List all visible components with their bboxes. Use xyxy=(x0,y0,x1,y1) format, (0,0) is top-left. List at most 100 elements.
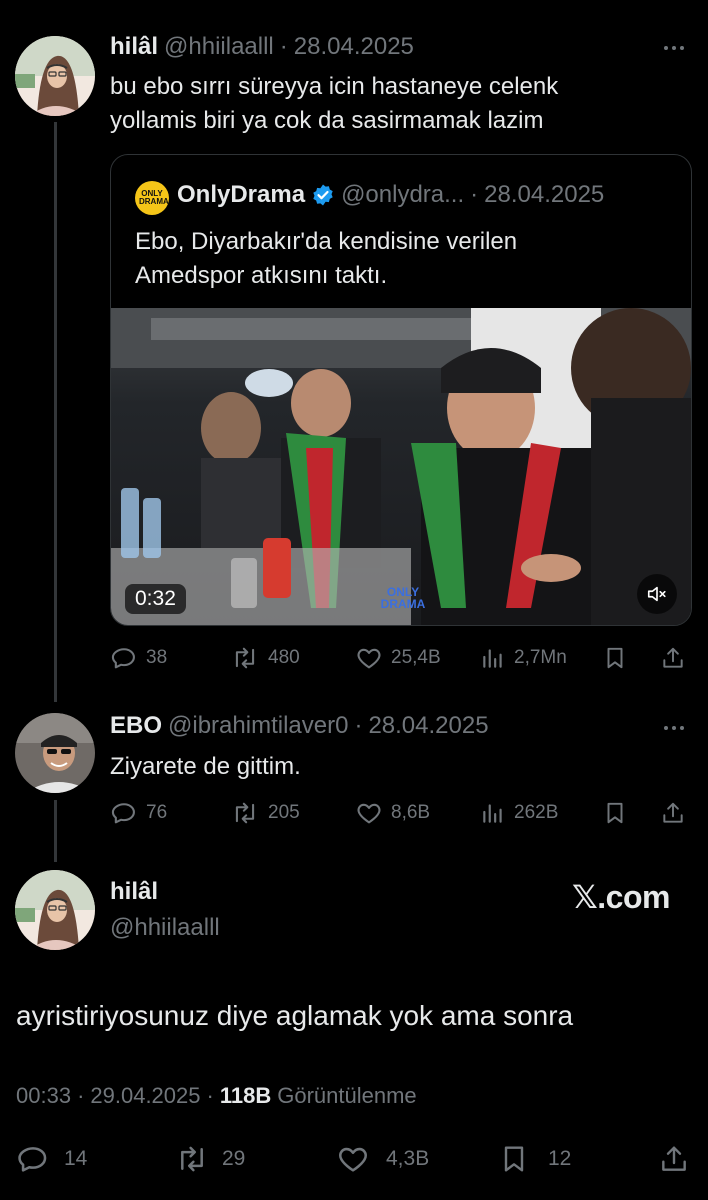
main-action-bar: 14 29 4,3B 12 xyxy=(16,1140,696,1180)
bookmark-icon xyxy=(504,1146,524,1172)
onlydrama-logo: ONLY DRAMA xyxy=(135,181,169,215)
tweet-text: bu ebo sırrı süreyya icin hastaneye cele… xyxy=(110,70,558,138)
video-frame xyxy=(111,308,691,625)
quote-author-name[interactable]: OnlyDrama xyxy=(177,181,305,209)
main-views-count: 118B xyxy=(219,1083,272,1108)
repost-icon xyxy=(181,1146,203,1172)
views-chart-icon xyxy=(483,804,502,823)
avatar-image xyxy=(15,870,95,950)
separator: · xyxy=(354,712,363,739)
share-button[interactable] xyxy=(660,799,686,827)
tweet-date[interactable]: 28.04.2025 xyxy=(294,33,414,61)
main-views-label: Görüntülenme xyxy=(277,1083,417,1108)
quote-action-bar: 38 480 25,4B 2,7Mn xyxy=(110,640,692,674)
main-tweet-text: ayristiriyosunuz diye aglamak yok ama so… xyxy=(16,1000,574,1031)
main-tweet-meta: 00:33 · 29.04.2025 · 118B Görüntülenme xyxy=(16,1083,417,1109)
reply-count: 14 xyxy=(64,1147,88,1170)
quote-text-line: Ebo, Diyarbakır'da kendisine verilen xyxy=(135,228,518,255)
tweet-header: EBO @ibrahimtilaver0 · 28.04.2025 xyxy=(110,712,489,740)
reply-count: 76 xyxy=(146,802,168,823)
video-duration: 0:32 xyxy=(125,584,186,614)
bookmark-button[interactable]: 12 xyxy=(498,1142,571,1176)
separator: · xyxy=(279,33,288,60)
like-count: 8,6B xyxy=(391,802,431,823)
repost-count: 205 xyxy=(268,802,300,823)
quote-text-line: Amedspor atkısını taktı. xyxy=(135,262,388,289)
quote-header: OnlyDrama @onlydra... · 28.04.2025 xyxy=(177,181,604,209)
quoted-tweet-card[interactable]: ONLY DRAMA OnlyDrama @onlydra... · 28.04… xyxy=(110,154,692,626)
mute-button[interactable] xyxy=(637,574,677,614)
thread-line xyxy=(54,800,57,862)
views-count: 2,7Mn xyxy=(514,647,567,668)
share-icon xyxy=(662,1146,686,1171)
share-button[interactable] xyxy=(658,1142,690,1176)
avatar-image xyxy=(15,36,95,116)
share-icon xyxy=(663,647,683,668)
separator: · xyxy=(470,181,479,208)
quote-text: Ebo, Diyarbakır'da kendisine verilen Ame… xyxy=(135,225,517,293)
video-watermark: ONLY DRAMA xyxy=(380,585,426,611)
avatar-ebo[interactable] xyxy=(15,713,95,793)
like-button[interactable]: 4,3B xyxy=(336,1142,429,1176)
author-handle[interactable]: @ibrahimtilaver0 xyxy=(168,712,348,740)
bookmark-icon xyxy=(607,647,623,669)
tweet-action-bar: 76 205 8,6B 262B xyxy=(110,795,692,829)
bookmark-count: 12 xyxy=(548,1147,572,1170)
main-author-name[interactable]: hilâl xyxy=(110,878,158,906)
avatar-hilal-main[interactable] xyxy=(15,870,95,950)
reply-button[interactable]: 38 xyxy=(110,644,167,672)
more-options-icon[interactable] xyxy=(664,726,684,730)
bookmark-button[interactable] xyxy=(602,799,628,827)
verified-badge-icon xyxy=(313,184,333,206)
like-button[interactable]: 8,6B xyxy=(355,799,430,827)
repost-button[interactable]: 480 xyxy=(230,644,300,672)
like-count: 4,3B xyxy=(386,1147,430,1170)
like-count: 25,4B xyxy=(391,647,441,668)
reply-count: 38 xyxy=(146,647,168,668)
avatar-image xyxy=(15,713,95,793)
views-button[interactable]: 2,7Mn xyxy=(480,644,567,672)
author-name[interactable]: hilâl xyxy=(110,33,158,61)
heart-icon xyxy=(357,648,381,669)
tweet-date[interactable]: 28.04.2025 xyxy=(368,712,488,740)
repost-icon xyxy=(235,802,255,824)
bookmark-button[interactable] xyxy=(602,644,628,672)
repost-icon xyxy=(235,647,255,669)
avatar-hilal[interactable] xyxy=(15,36,95,116)
separator: · xyxy=(77,1083,85,1108)
video-player[interactable]: ONLY DRAMA 0:32 xyxy=(111,308,691,625)
separator: · xyxy=(206,1083,214,1108)
share-icon xyxy=(663,802,683,823)
logo-text: ONLY DRAMA xyxy=(139,189,169,206)
reply-icon xyxy=(111,803,135,824)
repost-count: 480 xyxy=(268,647,300,668)
main-time[interactable]: 00:33 xyxy=(16,1083,71,1109)
quote-date[interactable]: 28.04.2025 xyxy=(484,181,604,209)
tweet-text: Ziyarete de gittim. xyxy=(110,753,301,780)
share-button[interactable] xyxy=(660,644,686,672)
reply-button[interactable]: 76 xyxy=(110,799,167,827)
repost-button[interactable]: 205 xyxy=(230,799,300,827)
repost-button[interactable]: 29 xyxy=(174,1142,245,1176)
tweet-header: hilâl @hhiilaalll · 28.04.2025 xyxy=(110,33,414,61)
main-author-handle[interactable]: @hhiilaalll xyxy=(110,914,220,942)
reply-button[interactable]: 14 xyxy=(16,1142,87,1176)
views-count: 262B xyxy=(514,802,559,823)
speaker-muted-icon xyxy=(647,586,666,602)
thread-line xyxy=(54,122,57,702)
more-options-icon[interactable] xyxy=(664,46,684,50)
quote-author-handle[interactable]: @onlydra... xyxy=(341,181,464,209)
x-com-brand: 𝕏.com xyxy=(572,879,670,915)
heart-icon xyxy=(339,1147,367,1172)
repost-count: 29 xyxy=(222,1147,246,1170)
bookmark-icon xyxy=(607,802,623,824)
like-button[interactable]: 25,4B xyxy=(355,644,441,672)
reply-icon xyxy=(111,648,135,669)
main-date[interactable]: 29.04.2025 xyxy=(90,1083,200,1109)
author-name[interactable]: EBO xyxy=(110,712,162,740)
author-handle[interactable]: @hhiilaalll xyxy=(164,33,274,61)
tweet-text-line: bu ebo sırrı süreyya icin hastaneye cele… xyxy=(110,73,559,100)
heart-icon xyxy=(357,803,381,824)
views-chart-icon xyxy=(483,649,502,668)
views-button[interactable]: 262B xyxy=(480,799,558,827)
